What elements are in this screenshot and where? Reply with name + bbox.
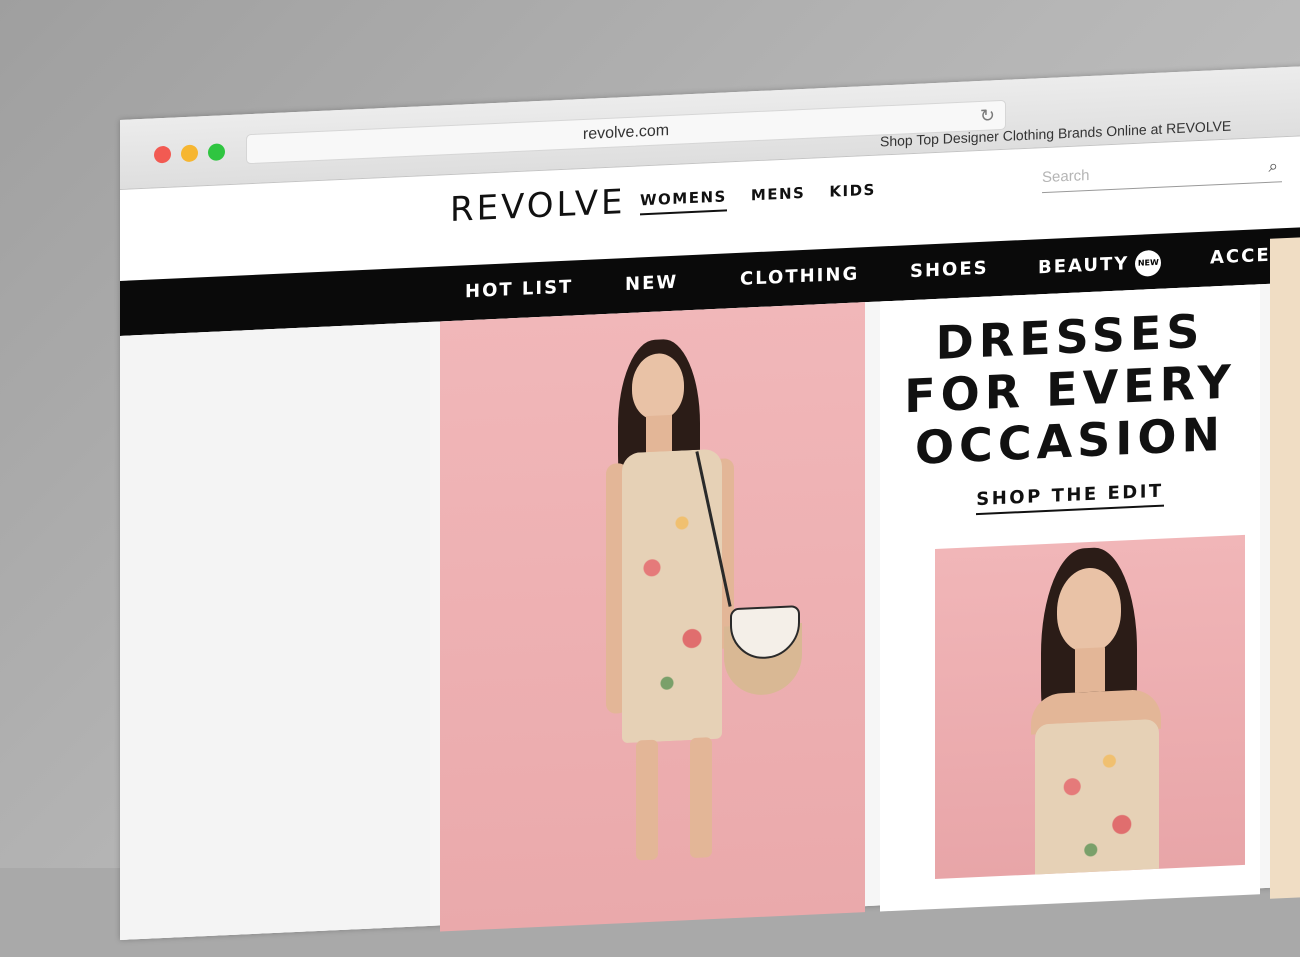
- gender-nav: WOMENS MENS KIDS: [640, 181, 876, 216]
- browser-window: revolve.com ↻ Shop Top Designer Clothing…: [120, 63, 1300, 941]
- cat-hot-list[interactable]: HOT LIST: [465, 276, 573, 302]
- close-window-button[interactable]: [154, 145, 171, 164]
- model-leg-right: [690, 737, 712, 859]
- search-input[interactable]: [1042, 156, 1242, 187]
- cat-beauty-label: BEAUTY: [1038, 253, 1130, 279]
- nav-mens[interactable]: MENS: [751, 184, 806, 210]
- revolve-logo[interactable]: REVOLVE: [450, 182, 625, 230]
- model-neck-secondary: [1075, 647, 1105, 693]
- nav-womens[interactable]: WOMENS: [640, 187, 727, 216]
- reload-icon[interactable]: ↻: [980, 105, 995, 127]
- cat-new[interactable]: NEW: [625, 272, 678, 295]
- search-box: ⌕: [1042, 154, 1282, 194]
- model-neck: [646, 414, 672, 457]
- model-face: [632, 352, 684, 421]
- search-icon[interactable]: ⌕: [1268, 156, 1278, 176]
- cat-shoes[interactable]: SHOES: [910, 258, 989, 283]
- cat-beauty[interactable]: BEAUTY NEW: [1038, 249, 1162, 282]
- cat-clothing[interactable]: CLOTHING: [740, 263, 859, 289]
- promo-panel: DRESSES FOR EVERY OCCASION SHOP THE EDIT: [880, 284, 1260, 912]
- shop-the-edit-wrapper: SHOP THE EDIT: [880, 476, 1260, 516]
- promo-heading: DRESSES FOR EVERY OCCASION: [880, 302, 1260, 475]
- new-badge: NEW: [1135, 249, 1162, 277]
- left-panel: [120, 321, 430, 940]
- page-content: DRESSES FOR EVERY OCCASION SHOP THE EDIT: [120, 234, 1300, 941]
- model-leg-left: [636, 739, 658, 861]
- hero-image-main[interactable]: [440, 302, 865, 932]
- next-panel-edge: [1270, 234, 1300, 899]
- nav-kids[interactable]: KIDS: [829, 181, 875, 207]
- minimize-window-button[interactable]: [181, 144, 198, 163]
- floral-dress-secondary: [1035, 718, 1159, 879]
- model-face-secondary: [1057, 566, 1121, 654]
- shop-the-edit-link[interactable]: SHOP THE EDIT: [976, 480, 1164, 516]
- zoom-window-button[interactable]: [208, 143, 225, 162]
- hero-image-secondary[interactable]: [935, 534, 1245, 879]
